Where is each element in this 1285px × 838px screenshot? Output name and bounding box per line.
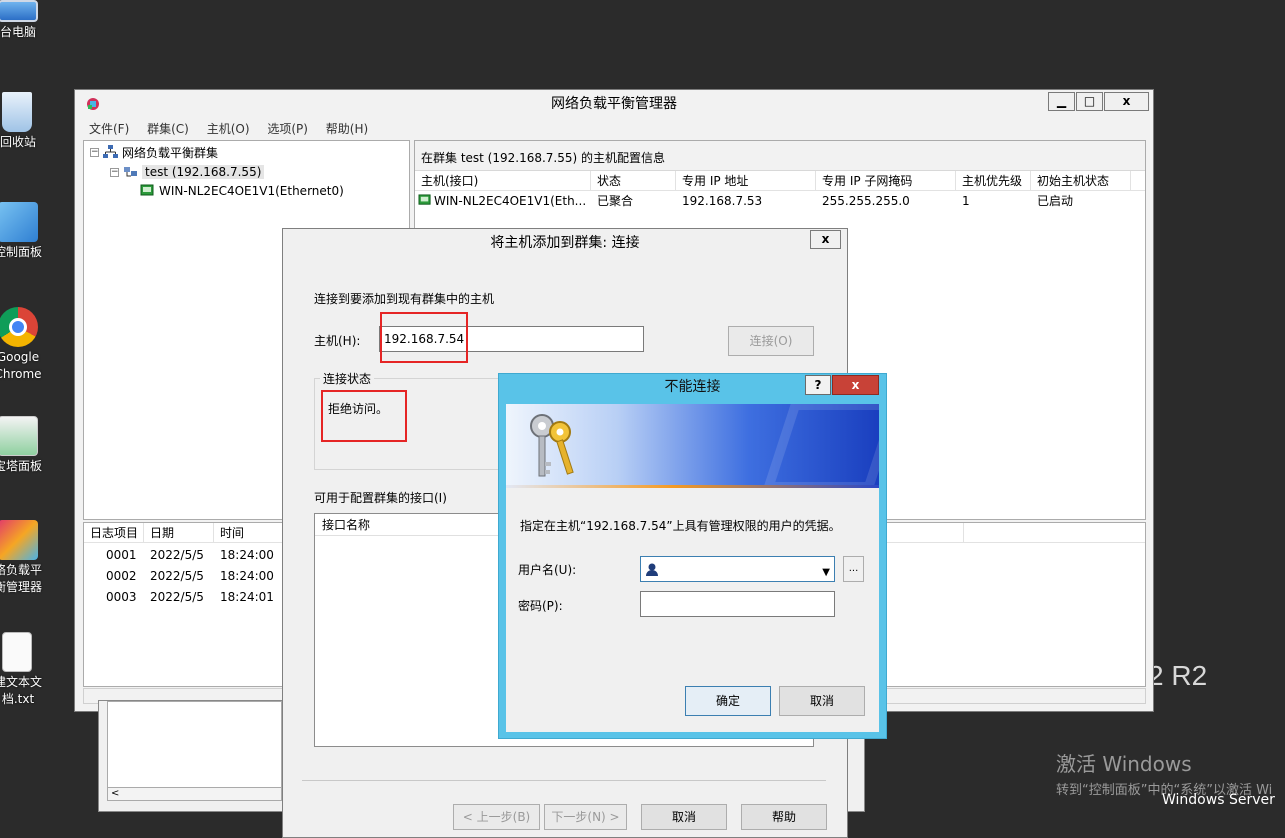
menu-host[interactable]: 主机(O) [207, 122, 250, 136]
host-grid-header: 主机(接口) 状态 专用 IP 地址 专用 IP 子网掩码 主机优先级 初始主机… [415, 171, 1145, 191]
activate-title: 激活 Windows [1056, 752, 1192, 776]
menu-file[interactable]: 文件(F) [89, 122, 129, 136]
wizard-close-button[interactable]: x [810, 230, 841, 249]
cannot-connect-dialog: 不能连接 ? x 指定在主机“192.168.7.54”上具有管理权限的用户的凭… [498, 373, 887, 739]
menu-cluster[interactable]: 群集(C) [147, 122, 189, 136]
wizard-title: 将主机添加到群集: 连接 [490, 235, 640, 251]
desktop-icon-computer[interactable]: 台电脑 [0, 0, 60, 41]
banner-stripe [506, 485, 879, 488]
collapse-icon[interactable]: − [110, 167, 119, 177]
watermark-r2: 2 R2 [1148, 660, 1208, 691]
desktop-icon-control-panel[interactable]: 控制面板 [0, 202, 60, 261]
tree-item-host[interactable]: WIN-NL2EC4OE1V1(Ethernet0) [140, 182, 344, 200]
main-window-title: 网络负载平衡管理器 [551, 96, 677, 112]
connect-button[interactable]: 连接(O) [728, 326, 814, 356]
close-button[interactable]: x [1104, 92, 1149, 111]
ok-button[interactable]: 确定 [685, 686, 771, 716]
host-config-header: 在群集 test (192.168.7.55) 的主机配置信息 [415, 141, 1145, 171]
cred-title: 不能连接 [664, 379, 721, 395]
connection-status-label: 连接状态 [320, 370, 375, 387]
column-host-interface[interactable]: 主机(接口) [415, 171, 591, 191]
cell-host: WIN-NL2EC4OE1V1(Eth... [415, 191, 591, 211]
horizontal-scrollbar[interactable]: < [107, 787, 282, 801]
cred-cancel-button[interactable]: 取消 [779, 686, 865, 716]
column-priority[interactable]: 主机优先级 [956, 171, 1031, 191]
column-initial-state[interactable]: 初始主机状态 [1031, 171, 1131, 191]
menu-bar: 文件(F) 群集(C) 主机(O) 选项(P) 帮助(H) [75, 119, 1153, 139]
computer-icon [0, 0, 38, 22]
desktop-icon-nlb-manager[interactable]: 络负载平 衡管理器 [0, 520, 60, 596]
wizard-titlebar[interactable]: 将主机添加到群集: 连接 [283, 229, 847, 257]
banner-decoration [762, 404, 879, 488]
host-label: 主机(H): [314, 334, 361, 348]
desktop-icon-bt-panel[interactable]: 宝塔面板 [0, 416, 60, 475]
cell-subnet-mask: 255.255.255.0 [822, 194, 910, 208]
network-cluster-icon [103, 145, 118, 158]
menu-options[interactable]: 选项(P) [267, 122, 308, 136]
wizard-instruction: 连接到要添加到现有群集中的主机 [314, 292, 495, 306]
text-file-icon [2, 632, 32, 672]
username-combo[interactable]: ▼ [640, 556, 835, 582]
column-log-item[interactable]: 日志项目 [84, 523, 144, 543]
browse-users-button[interactable]: ... [843, 556, 864, 582]
chrome-icon [0, 307, 38, 347]
tree-item-root[interactable]: − 网络负载平衡群集 [90, 143, 218, 161]
column-dedicated-ip[interactable]: 专用 IP 地址 [676, 171, 816, 191]
password-field[interactable] [640, 591, 835, 617]
interfaces-label: 可用于配置群集的接口(I) [314, 491, 447, 505]
edition-label: Windows Server [1162, 792, 1275, 808]
desktop-icon-recycle-bin[interactable]: 回收站 [0, 92, 60, 151]
back-button[interactable]: < 上一步(B) [453, 804, 540, 830]
cluster-icon [124, 167, 137, 177]
background-list [107, 701, 282, 799]
cell-initial-state: 已启动 [1037, 194, 1074, 208]
column-log-time[interactable]: 时间 [214, 523, 284, 543]
cred-message: 指定在主机“192.168.7.54”上具有管理权限的用户的凭据。 [520, 519, 841, 533]
cred-body: 指定在主机“192.168.7.54”上具有管理权限的用户的凭据。 用户名(U)… [506, 404, 879, 732]
chevron-down-icon[interactable]: ▼ [822, 561, 830, 585]
highlight-status [321, 390, 407, 442]
maximize-button[interactable]: □ [1076, 92, 1103, 111]
menu-help[interactable]: 帮助(H) [326, 122, 368, 136]
column-log-extra [904, 523, 964, 543]
highlight-host [380, 312, 468, 363]
column-log-date[interactable]: 日期 [144, 523, 214, 543]
tree-root-label: 网络负载平衡群集 [122, 145, 219, 160]
keys-icon [530, 414, 574, 477]
wizard-cancel-button[interactable]: 取消 [641, 804, 727, 830]
main-titlebar[interactable]: 网络负载平衡管理器 [75, 90, 1153, 118]
recycle-bin-icon [2, 92, 32, 132]
password-label: 密码(P): [518, 599, 563, 613]
nlb-app-icon [87, 98, 99, 110]
wizard-help-button[interactable]: 帮助 [741, 804, 827, 830]
bt-panel-icon [0, 416, 38, 456]
nlb-manager-icon [0, 520, 38, 560]
host-icon [418, 194, 431, 205]
footer-separator [302, 780, 826, 781]
tree-host-label: WIN-NL2EC4OE1V1(Ethernet0) [159, 184, 344, 198]
table-row[interactable]: WIN-NL2EC4OE1V1(Eth... 已聚合 192.168.7.53 … [415, 191, 1145, 211]
cred-close-button[interactable]: x [832, 375, 879, 395]
column-subnet-mask[interactable]: 专用 IP 子网掩码 [816, 171, 956, 191]
activate-windows-watermark: 激活 Windows 转到“控制面板”中的“系统”以激活 Wi Windows … [1056, 748, 1275, 808]
control-panel-icon [0, 202, 38, 242]
username-label: 用户名(U): [518, 563, 577, 577]
desktop-icon-text-file[interactable]: 建文本文 档.txt [0, 632, 60, 708]
next-button[interactable]: 下一步(N) > [544, 804, 627, 830]
desktop-icon-chrome[interactable]: Google Chrome [0, 307, 60, 383]
minimize-button[interactable]: ▁ [1048, 92, 1075, 111]
cell-dedicated-ip: 192.168.7.53 [682, 194, 763, 208]
help-button[interactable]: ? [805, 375, 831, 395]
cell-status: 已聚合 [597, 194, 634, 208]
credential-banner [506, 404, 879, 488]
tree-cluster-label: test (192.168.7.55) [142, 165, 265, 179]
user-icon [646, 563, 658, 576]
cell-priority: 1 [962, 194, 970, 208]
host-icon [140, 184, 154, 196]
collapse-icon[interactable]: − [90, 147, 99, 157]
tree-item-cluster[interactable]: − test (192.168.7.55) [110, 163, 265, 181]
column-status[interactable]: 状态 [591, 171, 676, 191]
